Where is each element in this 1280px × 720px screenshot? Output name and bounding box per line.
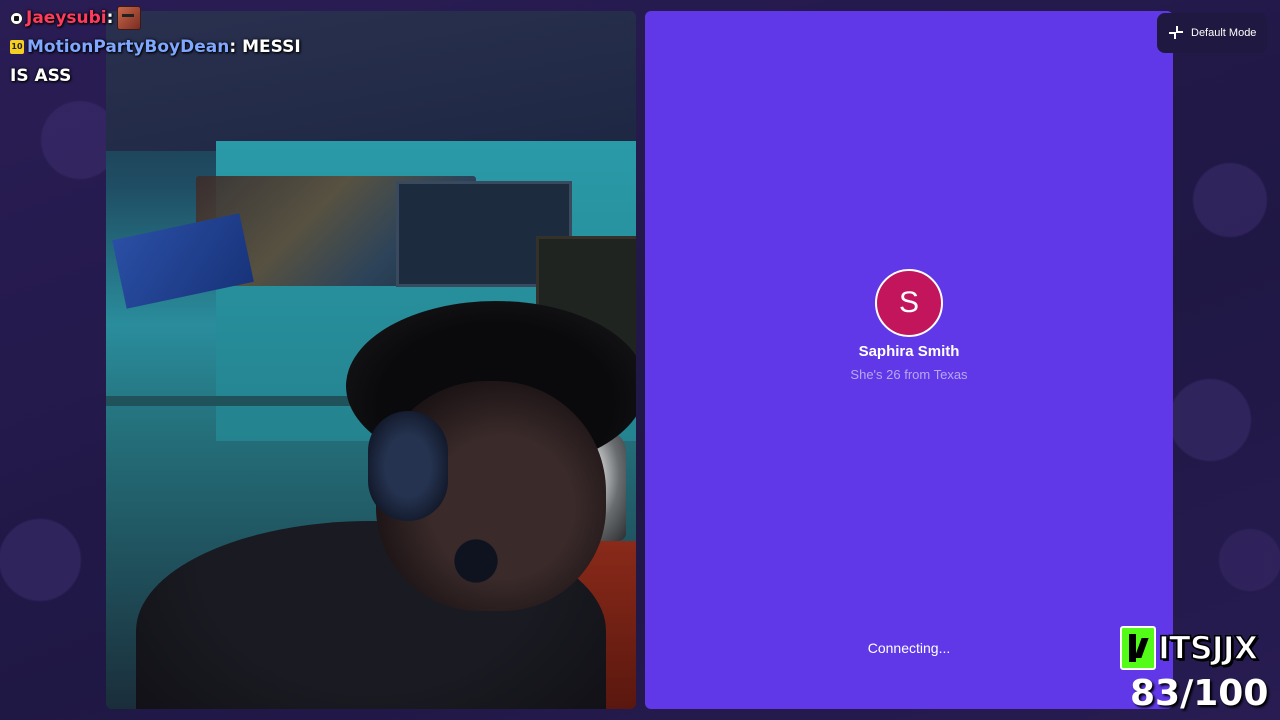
default-mode-label: Default Mode bbox=[1191, 27, 1257, 39]
stream-overlay: Jaeysubi: 10 MotionPartyBoyDean: MESSI IS… bbox=[0, 0, 1280, 720]
headphone-icon bbox=[368, 411, 448, 521]
chat-message: Jaeysubi: bbox=[10, 4, 330, 33]
channel-name: ITSJJX bbox=[1157, 628, 1259, 668]
connection-status: Connecting... bbox=[867, 640, 951, 656]
partner-subtitle: She's 26 from Texas bbox=[850, 367, 968, 382]
face-emote-icon bbox=[117, 6, 142, 30]
partner-name: Saphira Smith bbox=[858, 343, 960, 360]
goal-counter: 83/100 bbox=[1130, 673, 1269, 714]
chat-message: 10 MotionPartyBoyDean: MESSI IS ASS bbox=[10, 33, 310, 91]
chat-separator: : bbox=[106, 8, 114, 28]
chat-overlay: Jaeysubi: 10 MotionPartyBoyDean: MESSI IS… bbox=[10, 4, 330, 91]
partner-panel: S Saphira Smith She's 26 from Texas Conn… bbox=[645, 11, 1173, 709]
webcam-feed bbox=[106, 11, 636, 709]
microphone-icon bbox=[446, 531, 506, 591]
default-mode-button[interactable]: Default Mode bbox=[1157, 13, 1267, 53]
chat-username: Jaeysubi bbox=[26, 8, 107, 28]
kick-logo-icon bbox=[1120, 626, 1156, 670]
subscriber-badge-icon: 10 bbox=[10, 40, 24, 54]
chat-separator: : bbox=[229, 37, 237, 57]
soccer-ball-badge-icon bbox=[10, 11, 23, 25]
minimize-icon bbox=[1169, 26, 1183, 40]
avatar: S bbox=[875, 269, 943, 337]
channel-branding: ITSJJX bbox=[1120, 626, 1259, 670]
chat-username: MotionPartyBoyDean bbox=[27, 37, 230, 57]
